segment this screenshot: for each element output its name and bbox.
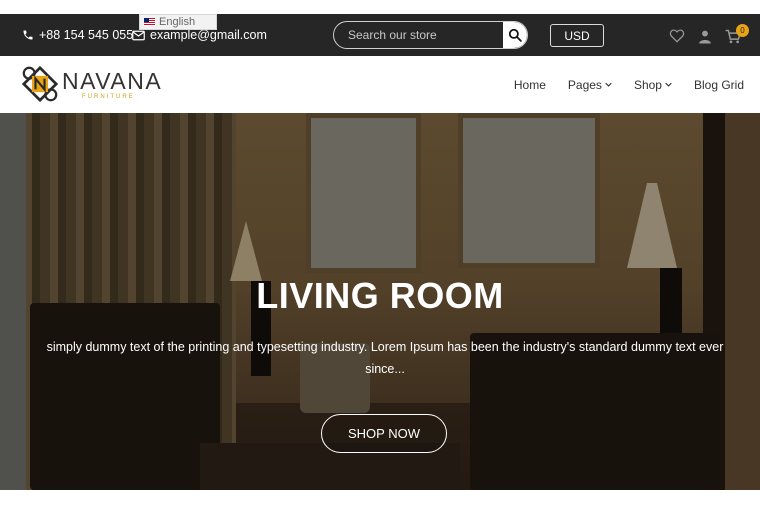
chevron-down-icon: [665, 82, 672, 87]
account-button[interactable]: [696, 27, 714, 45]
nav-label: Shop: [633, 77, 662, 92]
top-bar: +88 154 545 055 example@gmail.com USD: [0, 14, 760, 56]
nav-pages[interactable]: Pages: [568, 78, 612, 92]
shop-now-button[interactable]: SHOP NOW: [321, 414, 447, 453]
search-bar: [333, 21, 528, 49]
email-address: example@gmail.com: [150, 28, 267, 42]
nav-label: Home: [513, 77, 546, 92]
site-logo[interactable]: NAVANA FURNITURE: [22, 65, 162, 103]
site-header: NAVANA FURNITURE Home Pages Shop Blog Gr…: [0, 56, 760, 113]
phone-number: +88 154 545 055: [39, 28, 134, 42]
mail-icon: [132, 30, 145, 40]
hero-description: simply dummy text of the printing and ty…: [46, 340, 724, 376]
search-input[interactable]: [334, 22, 503, 48]
chevron-down-icon: [605, 82, 612, 87]
nav-shop[interactable]: Shop: [634, 78, 672, 92]
cart-count-badge: 0: [736, 24, 749, 37]
shop-now-label: SHOP NOW: [348, 426, 420, 441]
phone-contact[interactable]: +88 154 545 055: [22, 14, 133, 56]
main-nav: Home Pages Shop Blog Grid: [492, 56, 744, 113]
wishlist-button[interactable]: [668, 27, 686, 45]
logo-name: NAVANA: [62, 67, 163, 94]
currency-selector[interactable]: USD: [550, 24, 604, 47]
nav-label: Blog Grid: [693, 77, 744, 92]
user-icon: [699, 30, 711, 43]
heart-icon: [669, 29, 685, 43]
nav-home[interactable]: Home: [514, 78, 546, 92]
phone-icon: [23, 30, 33, 40]
currency-label: USD: [564, 28, 590, 43]
nav-blog-grid[interactable]: Blog Grid: [694, 78, 744, 92]
search-button[interactable]: [503, 22, 527, 48]
hero-title: LIVING ROOM: [256, 275, 504, 316]
logo-tagline: FURNITURE: [82, 93, 135, 100]
logo-text: NAVANA FURNITURE: [62, 69, 162, 100]
language-label: English: [159, 16, 196, 28]
hero-banner: LIVING ROOM simply dummy text of the pri…: [0, 113, 760, 490]
uk-flag-icon: [144, 18, 155, 26]
language-selector[interactable]: English: [139, 14, 217, 30]
search-icon: [508, 28, 522, 42]
nav-label: Pages: [567, 77, 602, 92]
logo-mark-icon: [22, 65, 58, 103]
